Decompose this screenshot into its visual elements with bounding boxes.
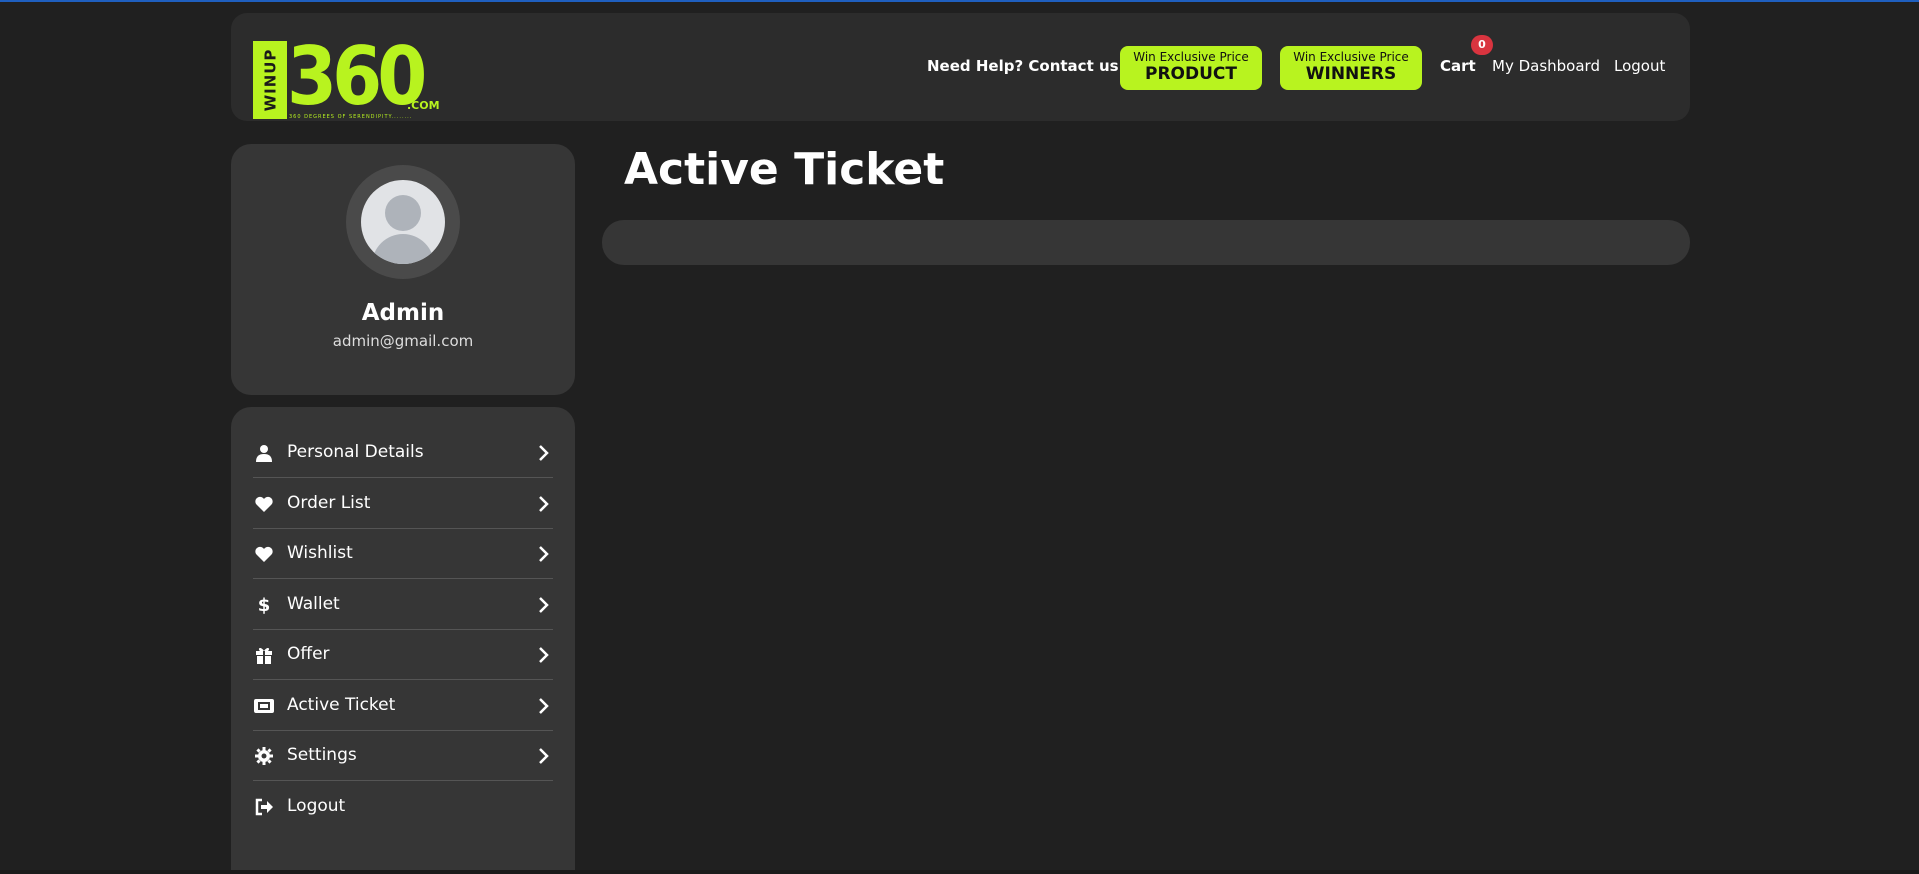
heart-icon	[253, 543, 275, 565]
menu-item-order-list[interactable]: Order List	[253, 479, 553, 529]
logo-number: 360	[287, 28, 427, 123]
menu-item-personal-details[interactable]: Personal Details	[253, 428, 553, 478]
avatar-head	[385, 195, 421, 231]
menu-item-offer[interactable]: Offer	[253, 630, 553, 680]
logo-vertical-box: WINUP	[253, 41, 287, 119]
cart-link[interactable]: Cart	[1440, 57, 1476, 75]
cart-count-badge: 0	[1471, 35, 1493, 55]
chevron-right-icon	[539, 647, 549, 663]
page-title: Active Ticket	[624, 144, 945, 195]
chevron-right-icon	[539, 698, 549, 714]
promo-winners-button[interactable]: Win Exclusive Price WINNERS	[1280, 46, 1422, 90]
header-logout-link[interactable]: Logout	[1614, 57, 1665, 75]
profile-name: Admin	[361, 300, 445, 326]
promo-product-label: PRODUCT	[1145, 64, 1237, 84]
avatar-body	[372, 234, 434, 264]
gift-icon	[253, 644, 275, 666]
menu-item-label: Logout	[287, 796, 346, 816]
menu-item-wishlist[interactable]: Wishlist	[253, 529, 553, 579]
logo-suffix: .COM	[407, 99, 440, 112]
chevron-right-icon	[539, 748, 549, 764]
site-header: WINUP 360 .COM 360 DEGREES OF SERENDIPIT…	[231, 13, 1690, 121]
avatar	[361, 180, 445, 264]
menu-item-settings[interactable]: Settings	[253, 731, 553, 781]
menu-item-label: Active Ticket	[287, 695, 396, 715]
site-logo[interactable]: WINUP 360 .COM 360 DEGREES OF SERENDIPIT…	[253, 27, 440, 121]
menu-item-label: Personal Details	[287, 442, 424, 462]
menu-item-label: Offer	[287, 644, 330, 664]
profile-email: admin@gmail.com	[332, 332, 474, 350]
my-dashboard-link[interactable]: My Dashboard	[1492, 57, 1600, 75]
account-menu: Personal Details Order List Wishlist $ W…	[231, 407, 575, 872]
logout-icon	[253, 796, 275, 818]
ticket-icon	[253, 695, 275, 717]
heart-icon	[253, 493, 275, 515]
menu-item-wallet[interactable]: $ Wallet	[253, 580, 553, 630]
user-icon	[253, 442, 275, 464]
promo-winners-caption: Win Exclusive Price	[1293, 50, 1409, 64]
promo-product-button[interactable]: Win Exclusive Price PRODUCT	[1120, 46, 1262, 90]
menu-item-label: Wallet	[287, 594, 340, 614]
chevron-right-icon	[539, 445, 549, 461]
active-ticket-panel	[602, 220, 1690, 265]
chevron-right-icon	[539, 546, 549, 562]
menu-item-label: Wishlist	[287, 543, 353, 563]
window-top-border	[0, 0, 1919, 2]
profile-card: Admin admin@gmail.com	[231, 144, 575, 395]
logo-tagline: 360 DEGREES OF SERENDIPITY........	[289, 114, 413, 120]
chevron-right-icon	[539, 496, 549, 512]
gear-icon	[253, 745, 275, 767]
menu-item-label: Settings	[287, 745, 357, 765]
dollar-icon: $	[257, 594, 271, 616]
contact-us-link[interactable]: Need Help? Contact us	[927, 57, 1119, 75]
chevron-right-icon	[539, 597, 549, 613]
logo-vertical-text: WINUP	[261, 48, 280, 112]
window-bottom-border	[0, 870, 1919, 874]
promo-winners-label: WINNERS	[1305, 64, 1397, 84]
menu-item-logout[interactable]: Logout	[253, 782, 553, 832]
avatar-ring	[346, 165, 460, 279]
menu-item-active-ticket[interactable]: Active Ticket	[253, 681, 553, 731]
menu-item-label: Order List	[287, 493, 371, 513]
promo-product-caption: Win Exclusive Price	[1133, 50, 1249, 64]
